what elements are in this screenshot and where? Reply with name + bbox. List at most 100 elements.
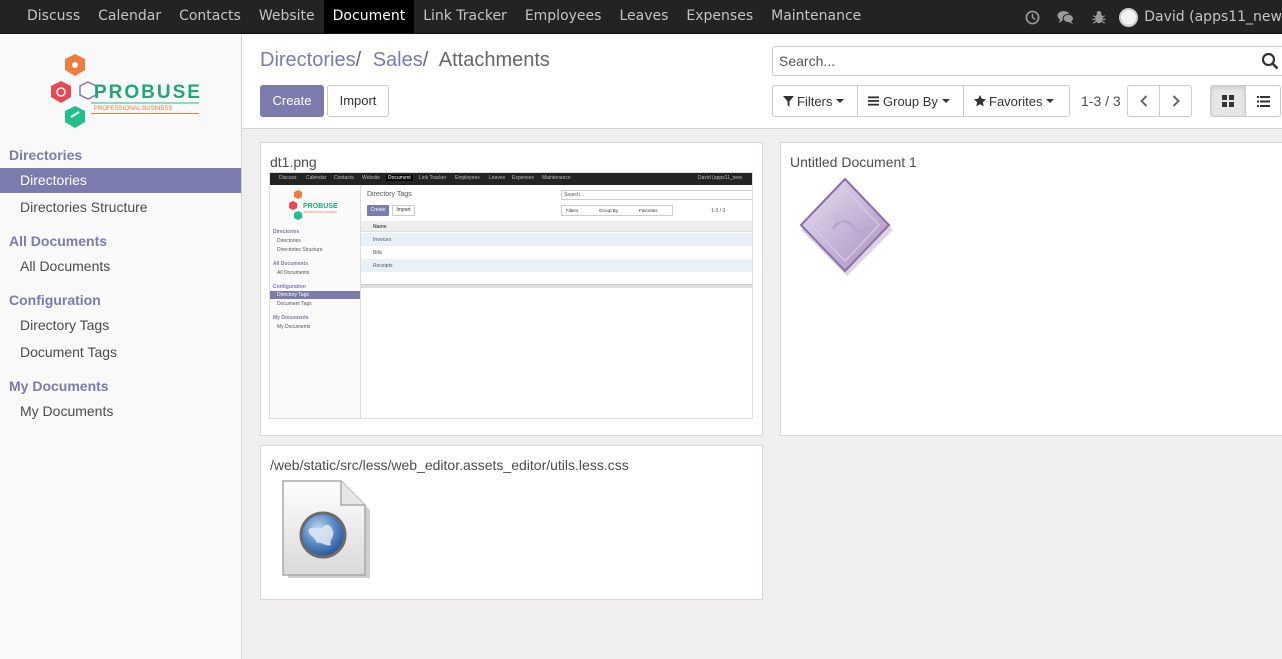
- preview-text: My Documents: [277, 324, 311, 330]
- list-icon: [1256, 95, 1270, 107]
- search-bar: [772, 46, 1282, 76]
- preview-text: David (apps11_new: [698, 175, 742, 181]
- preview-text: All Documents: [273, 261, 309, 267]
- preview-text: Employees: [455, 175, 480, 181]
- menu-contacts[interactable]: Contacts: [170, 0, 250, 33]
- preview-sidebar: PROBUSE PROFESSIONAL BUSINESS Directorie…: [270, 185, 361, 418]
- web-file-icon: [282, 480, 370, 578]
- menu-link-tracker[interactable]: Link Tracker: [414, 0, 516, 33]
- preview-main: Directory Tags Create Import Search... F…: [361, 185, 752, 418]
- chat-icon[interactable]: [1049, 1, 1082, 34]
- bars-icon: [868, 96, 879, 106]
- preview-text: Search...: [561, 190, 752, 200]
- sidebar-section-my-documents: My Documents: [9, 378, 109, 394]
- top-navbar: Discuss Calendar Contacts Website Docume…: [0, 0, 1282, 34]
- sidebar-item-all-documents[interactable]: All Documents: [0, 254, 241, 279]
- preview-footer: [361, 284, 752, 288]
- attachment-card[interactable]: /web/static/src/less/web_editor.assets_e…: [260, 445, 763, 600]
- preview-logo: PROBUSE PROFESSIONAL BUSINESS: [289, 190, 338, 220]
- sidebar-item-my-documents[interactable]: My Documents: [0, 399, 241, 424]
- menu-maintenance[interactable]: Maintenance: [762, 0, 870, 33]
- clock-icon[interactable]: [1016, 1, 1049, 34]
- grid-icon: [1222, 95, 1234, 107]
- preview-text: Leaves: [489, 175, 506, 181]
- menu-document[interactable]: Document: [323, 0, 415, 33]
- menu-discuss[interactable]: Discuss: [18, 0, 89, 33]
- preview-text: PROBUSE: [303, 203, 338, 210]
- bug-icon[interactable]: [1082, 1, 1115, 34]
- preview-text: Create: [367, 205, 389, 216]
- preview-text: Document Tags: [277, 301, 312, 307]
- chevron-down-icon: [1046, 99, 1055, 103]
- sidebar-item-directories[interactable]: Directories: [0, 168, 241, 193]
- filter-icon: [783, 95, 794, 107]
- breadcrumb-separator: /: [422, 49, 429, 71]
- attachment-name: Untitled Document 1: [790, 154, 917, 170]
- list-view-button[interactable]: [1245, 85, 1281, 117]
- chevron-left-icon: [1139, 95, 1147, 107]
- sidebar-section-configuration: Configuration: [9, 292, 101, 308]
- attachment-name: /web/static/src/less/web_editor.assets_e…: [270, 457, 629, 473]
- preview-text: 1-3 / 3: [711, 208, 726, 214]
- menu-leaves[interactable]: Leaves: [610, 0, 677, 33]
- chevron-right-icon: [1172, 95, 1180, 107]
- search-icon[interactable]: [1261, 52, 1279, 70]
- logo-brand: PROBUSE: [94, 82, 202, 103]
- preview-text: Maintenance: [542, 175, 571, 181]
- sidebar-section-all-documents: All Documents: [9, 233, 108, 249]
- preview-text: Import: [392, 205, 415, 216]
- user-menu[interactable]: David (apps11_new: [1115, 7, 1282, 27]
- preview-filters: Filters Group By Favorites: [561, 205, 673, 216]
- user-name: David (apps11_new: [1144, 9, 1282, 25]
- preview-text: Directories Structure: [277, 247, 323, 253]
- preview-text: Discuss: [279, 175, 297, 181]
- systray: David (apps11_new: [1016, 0, 1282, 34]
- breadcrumb-current: Attachments: [438, 49, 550, 71]
- preview-text: Expenses: [512, 175, 534, 181]
- menu-calendar[interactable]: Calendar: [89, 0, 170, 33]
- logo-tagline: PROFESSIONAL BUSINESS: [94, 106, 172, 112]
- sidebar-item-directory-tags[interactable]: Directory Tags: [0, 313, 241, 338]
- breadcrumb-directories[interactable]: Directories: [260, 49, 356, 71]
- preview-text: Contacts: [334, 175, 354, 181]
- group-by-button[interactable]: Group By: [857, 85, 964, 117]
- pager-previous-button[interactable]: [1127, 85, 1160, 117]
- chevron-down-icon: [941, 99, 950, 103]
- menu-expenses[interactable]: Expenses: [677, 0, 762, 33]
- breadcrumb-sales[interactable]: Sales: [373, 49, 423, 71]
- chevron-down-icon: [836, 99, 845, 103]
- filters-button[interactable]: Filters: [772, 85, 858, 117]
- preview-text: All Documents: [277, 270, 310, 276]
- menu-website[interactable]: Website: [250, 0, 324, 33]
- pager-next-button[interactable]: [1159, 85, 1192, 117]
- attachment-card[interactable]: dt1.png Discuss Calendar Contacts Websit…: [260, 142, 763, 436]
- attachment-name: dt1.png: [270, 154, 317, 170]
- preview-text: Group By: [599, 208, 619, 213]
- preview-text: Name: [373, 224, 387, 230]
- preview-text: Receipts: [373, 263, 393, 269]
- search-input[interactable]: [773, 47, 1253, 75]
- import-button[interactable]: Import: [327, 85, 389, 117]
- star-icon: [974, 95, 986, 107]
- attachment-card[interactable]: Untitled Document 1: [780, 142, 1282, 436]
- probuse-logo: PROBUSE PROFESSIONAL BUSINESS: [44, 50, 204, 132]
- preview-row: [361, 259, 752, 272]
- preview-text: Bills: [373, 250, 383, 256]
- app-menu: Discuss Calendar Contacts Website Docume…: [18, 0, 870, 34]
- preview-text: Directories: [273, 229, 300, 235]
- preview-text: Website: [362, 175, 380, 181]
- favorites-label: Favorites: [989, 93, 1043, 109]
- preview-text: My Documents: [273, 315, 309, 321]
- pager-value[interactable]: 1-3 / 3: [1081, 93, 1121, 109]
- preview-row: [361, 233, 752, 246]
- kanban-view-button[interactable]: [1210, 85, 1246, 117]
- menu-employees[interactable]: Employees: [516, 0, 611, 33]
- create-button[interactable]: Create: [260, 85, 324, 117]
- preview-text: Calendar: [306, 175, 327, 181]
- filters-label: Filters: [797, 93, 833, 109]
- preview-text: Directories: [277, 238, 301, 244]
- sidebar-item-document-tags[interactable]: Document Tags: [0, 340, 241, 365]
- sidebar-item-directories-structure[interactable]: Directories Structure: [0, 195, 241, 220]
- favorites-button[interactable]: Favorites: [963, 85, 1070, 117]
- group-by-label: Group By: [883, 93, 938, 109]
